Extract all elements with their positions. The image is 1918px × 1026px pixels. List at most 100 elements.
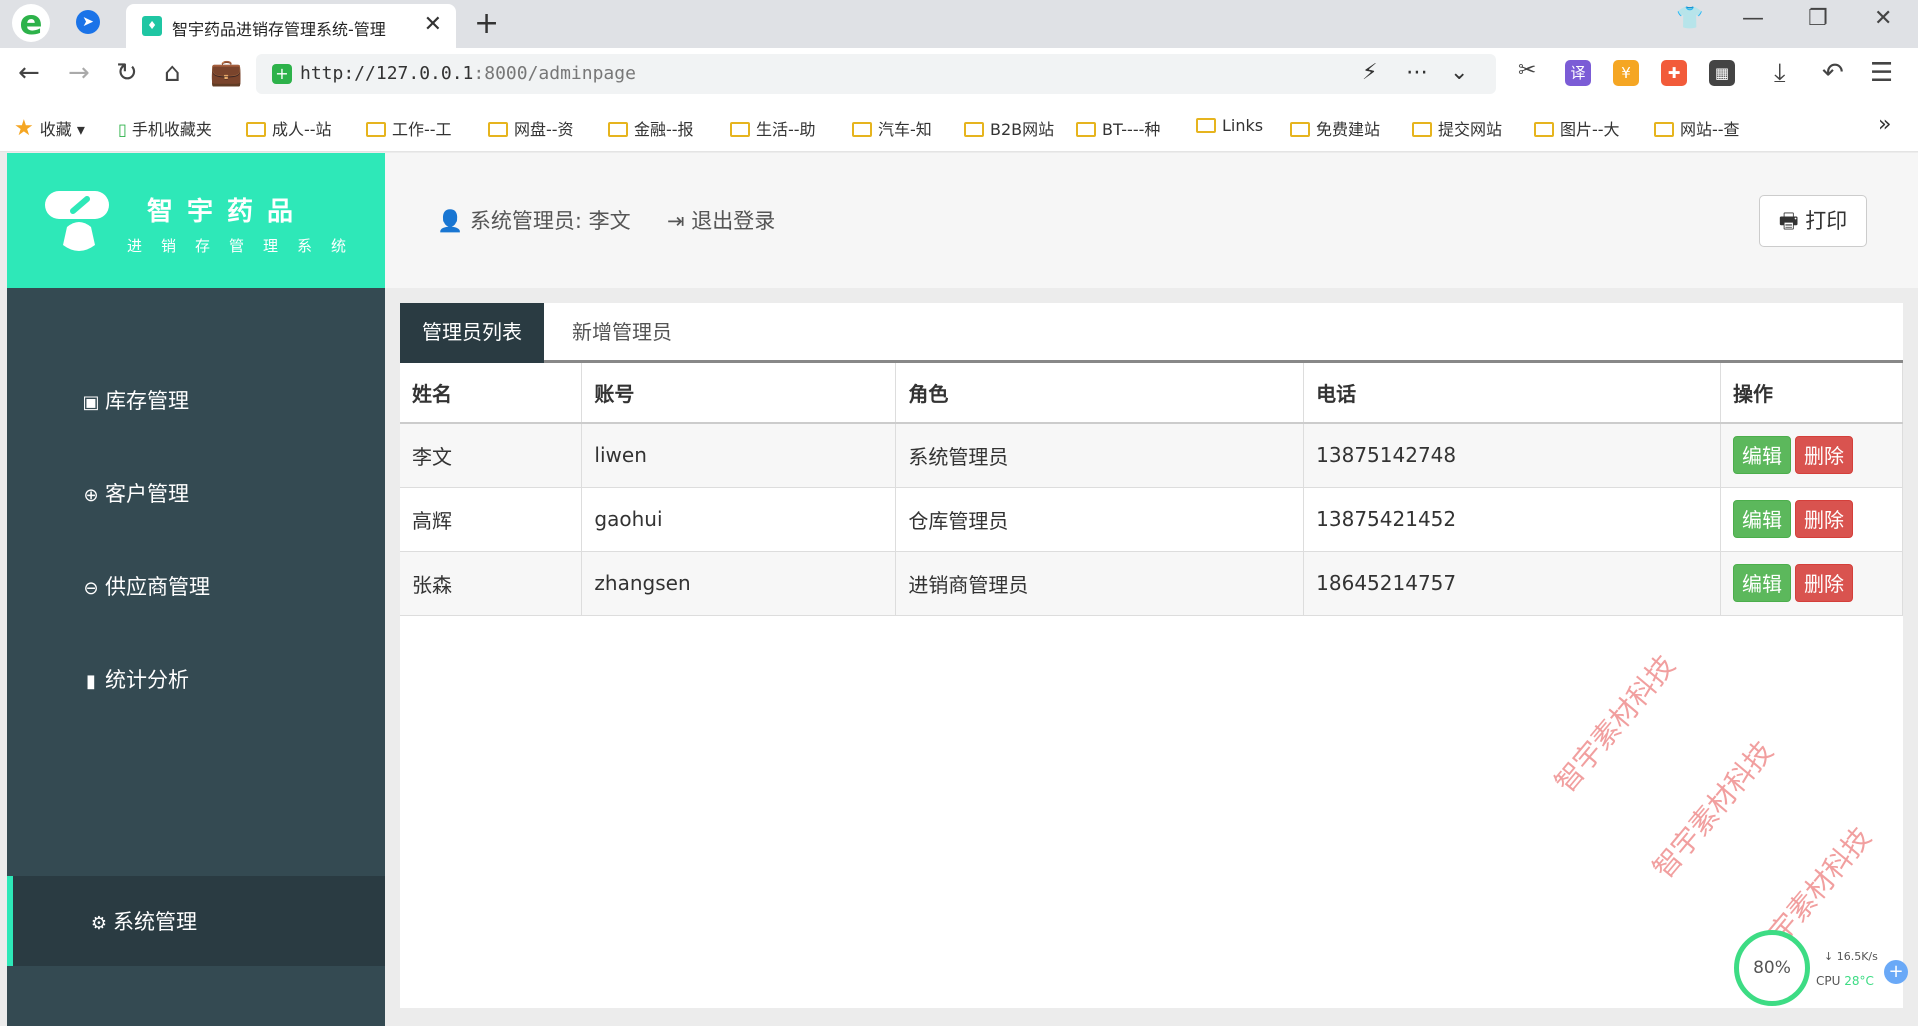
column-header: 姓名 (400, 363, 583, 424)
bookmark-folder[interactable]: 网站--查 (1654, 116, 1740, 140)
bookmark-folder[interactable]: 金融--报 (608, 116, 694, 140)
cell-account: gaohui (581, 487, 897, 552)
browser-tabbar: e ➤ ♦ 智宇药品进销存管理系统-管理 ✕ + 👕 — ❐ ✕ (0, 0, 1918, 48)
cell-actions: 编辑 删除 (1720, 487, 1903, 552)
bookmark-folder[interactable]: 免费建站 (1290, 116, 1380, 140)
bookmark-folder[interactable]: 网盘--资 (488, 116, 574, 140)
folder-icon (852, 122, 872, 137)
address-bar[interactable]: + http://127.0.0.1:8000/adminpage ⚡ ⋯ ⌄ (256, 54, 1496, 94)
translate-icon[interactable]: 译 (1565, 60, 1591, 86)
brand-header: 智宇药品 进销存管理系统 (7, 153, 385, 288)
url-text[interactable]: http://127.0.0.1:8000/adminpage (300, 63, 636, 84)
bookmark-folder[interactable]: B2B网站 (964, 116, 1054, 140)
cell-role: 系统管理员 (895, 423, 1305, 488)
column-header: 角色 (895, 363, 1305, 424)
gear-icon: ⚙ (90, 913, 108, 934)
lightning-icon[interactable]: ⚡ (1362, 60, 1377, 85)
watermark: 智宇素材科技 (1646, 735, 1780, 885)
cell-role: 进销商管理员 (895, 551, 1305, 616)
plus-icon[interactable]: + (1884, 960, 1908, 984)
net-speed: ↓ 16.5K/s (1824, 950, 1878, 963)
logout-link[interactable]: ⇥ 退出登录 (667, 205, 775, 235)
close-tab-icon[interactable]: ✕ (424, 12, 442, 37)
folder-icon (1534, 122, 1554, 137)
bookmark-folder[interactable]: 生活--助 (730, 116, 816, 140)
skin-icon[interactable]: 👕 (1676, 6, 1703, 31)
tab-title: 智宇药品进销存管理系统-管理 (172, 20, 386, 39)
sidebar-item-statistics[interactable]: ▮ 统计分析 (81, 664, 189, 694)
bookmark-folder[interactable]: 汽车-知 (852, 116, 932, 140)
close-window-icon[interactable]: ✕ (1874, 6, 1892, 31)
browser-tab[interactable]: ♦ 智宇药品进销存管理系统-管理 ✕ (126, 4, 456, 48)
bookmark-folder[interactable]: Links (1196, 116, 1263, 135)
network-widget[interactable]: 80% ↓ 16.5K/s CPU 28°C + (1734, 930, 1914, 1020)
sidebar-item-customers[interactable]: ⊕ 客户管理 (81, 478, 189, 508)
back-icon[interactable]: ← (18, 58, 40, 88)
folder-icon (366, 122, 386, 137)
phone-icon: ▯ (118, 120, 127, 139)
bookmark-favorites[interactable]: ★ 收藏 ▾ (14, 116, 85, 141)
bookmark-folder[interactable]: 图片--大 (1534, 116, 1620, 140)
folder-icon (1412, 122, 1432, 137)
minimize-icon[interactable]: — (1742, 6, 1764, 31)
cell-actions: 编辑 删除 (1720, 423, 1903, 488)
printer-icon: 🖶 (1778, 209, 1799, 233)
delete-button[interactable]: 删除 (1795, 500, 1854, 538)
browser-logo-icon[interactable]: e (12, 4, 50, 42)
admin-table: 姓名 账号 角色 电话 操作 李文 liwen 系统管理员 1387514274… (400, 363, 1903, 616)
table-row: 张森 zhangsen 进销商管理员 18645214757 编辑 删除 (400, 551, 1903, 616)
bookmark-folder[interactable]: 提交网站 (1412, 116, 1502, 140)
game-icon[interactable]: ✚ (1661, 60, 1687, 86)
brand-logo-icon (45, 191, 109, 251)
star-icon: ★ (14, 116, 34, 141)
sidebar-item-system[interactable]: ⚙ 系统管理 (7, 876, 385, 966)
chevron-down-icon[interactable]: ⌄ (1450, 60, 1468, 85)
cell-phone: 13875421452 (1303, 487, 1722, 552)
folder-icon (730, 122, 750, 137)
inbox-icon: ▣ (82, 392, 100, 413)
print-button[interactable]: 🖶 打印 (1759, 195, 1867, 247)
more-icon[interactable]: ⋯ (1406, 60, 1428, 85)
tab-add-admin[interactable]: 新增管理员 (550, 303, 694, 363)
bookmark-folder[interactable]: BT----种 (1076, 116, 1160, 140)
shield-yen-icon[interactable]: ¥ (1613, 60, 1639, 86)
sidebar-item-suppliers[interactable]: ⊖ 供应商管理 (81, 571, 210, 601)
delete-button[interactable]: 删除 (1795, 564, 1854, 602)
browser-toolbar: ← → ↻ ⌂ 💼 + http://127.0.0.1:8000/adminp… (0, 48, 1918, 102)
edit-button[interactable]: 编辑 (1733, 436, 1792, 475)
table-row: 高辉 gaohui 仓库管理员 13875421452 编辑 删除 (400, 487, 1903, 552)
cell-phone: 13875142748 (1303, 423, 1722, 488)
column-header: 电话 (1303, 363, 1722, 424)
logout-icon: ⇥ (667, 209, 685, 233)
cell-name: 李文 (400, 423, 583, 488)
bookmark-mobile[interactable]: ▯ 手机收藏夹 (118, 116, 212, 140)
scissors-icon[interactable]: ✂ (1518, 58, 1536, 83)
new-tab-icon[interactable]: + (474, 6, 499, 41)
content-tabs: 管理员列表 新增管理员 (400, 303, 1903, 363)
forward-icon[interactable]: → (68, 58, 90, 88)
send-icon[interactable]: ➤ (76, 10, 100, 34)
sidebar-item-inventory[interactable]: ▣ 库存管理 (81, 385, 189, 415)
reload-icon[interactable]: ↻ (116, 58, 138, 88)
folder-icon (246, 122, 266, 137)
bookmark-folder[interactable]: 成人--站 (246, 116, 332, 140)
edit-button[interactable]: 编辑 (1733, 500, 1792, 538)
undo-icon[interactable]: ↶ (1822, 58, 1844, 88)
folder-icon (964, 122, 984, 137)
bookmarks-more[interactable]: » (1878, 112, 1891, 137)
tab-admin-list[interactable]: 管理员列表 (400, 303, 544, 363)
edit-button[interactable]: 编辑 (1733, 564, 1792, 602)
sidebar-item-system-label: ⚙ 系统管理 (90, 910, 197, 934)
cell-role: 仓库管理员 (895, 487, 1305, 552)
page-header: 👤 系统管理员: 李文 ⇥ 退出登录 🖶 打印 (385, 153, 1918, 288)
download-icon[interactable]: ⤓ (1774, 58, 1786, 89)
briefcase-icon[interactable]: 💼 (210, 58, 242, 88)
bookmark-folder[interactable]: 工作--工 (366, 116, 452, 140)
menu-icon[interactable]: ☰ (1870, 58, 1893, 88)
delete-button[interactable]: 删除 (1795, 436, 1854, 475)
user-icon: 👤 (437, 209, 464, 233)
home-icon[interactable]: ⌂ (164, 58, 181, 88)
apps-grid-icon[interactable]: ▦ (1709, 60, 1735, 86)
restore-icon[interactable]: ❐ (1808, 6, 1828, 31)
folder-icon (1076, 122, 1096, 137)
